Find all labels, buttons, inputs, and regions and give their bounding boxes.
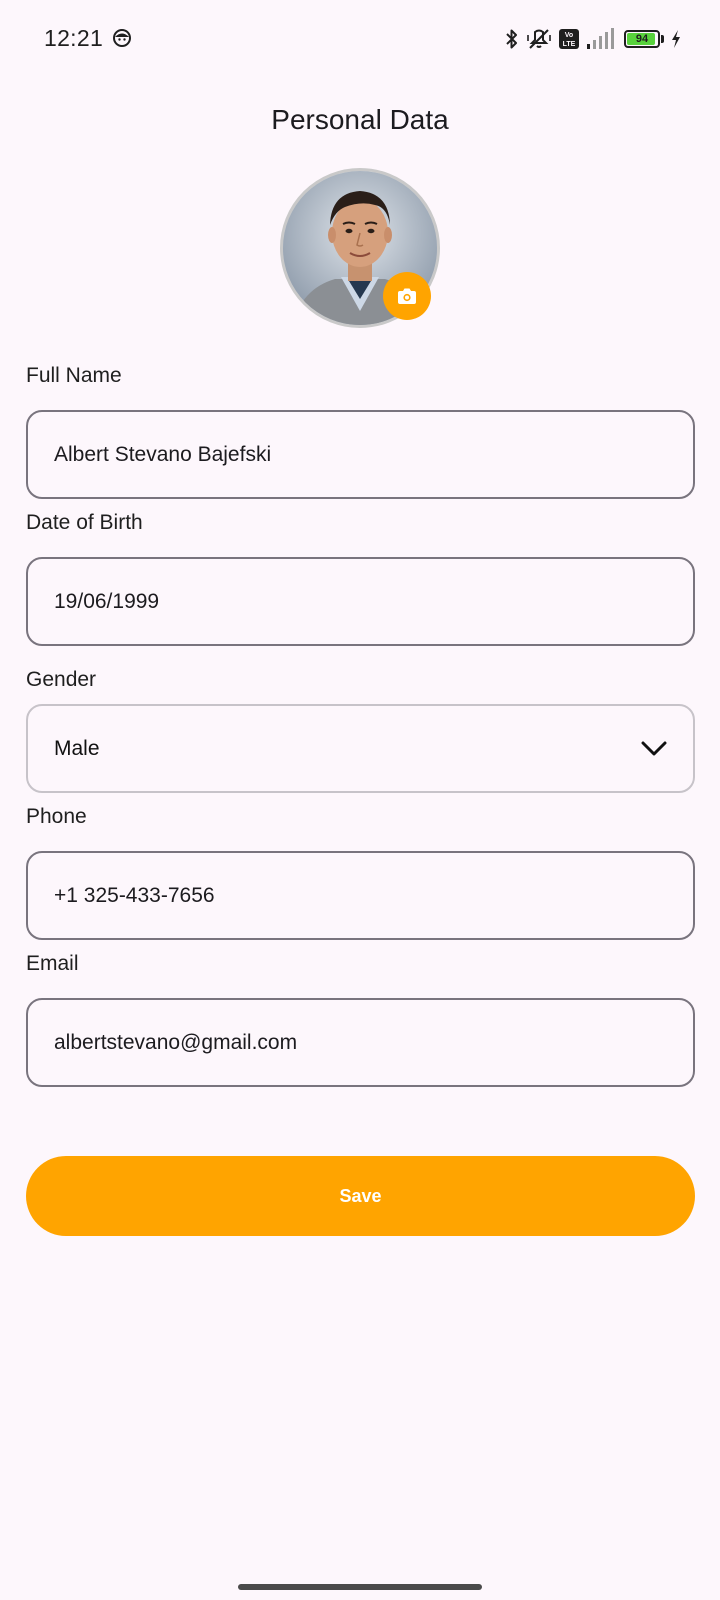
full-name-input[interactable] xyxy=(54,442,667,467)
email-label: Email xyxy=(26,952,79,975)
battery-icon: 94 xyxy=(624,30,660,48)
personal-data-screen: 12:21 Vo LTE 94 Personal Data Full Name … xyxy=(0,0,720,1600)
gender-label: Gender xyxy=(26,668,97,691)
status-time: 12:21 xyxy=(44,25,104,51)
page-title: Personal Data xyxy=(271,104,449,135)
phone-input[interactable] xyxy=(54,883,667,908)
gender-selected-value: Male xyxy=(54,736,100,760)
dob-field[interactable] xyxy=(26,557,695,646)
svg-text:LTE: LTE xyxy=(563,41,576,48)
svg-text:Vo: Vo xyxy=(565,32,573,39)
battery-cap xyxy=(661,35,664,43)
dob-label: Date of Birth xyxy=(26,511,143,534)
gender-dropdown[interactable]: Male xyxy=(26,704,695,793)
full-name-label: Full Name xyxy=(26,364,122,387)
dob-input[interactable] xyxy=(54,589,667,614)
email-input[interactable] xyxy=(54,1030,667,1055)
signal-icon xyxy=(587,28,614,49)
camera-icon xyxy=(398,288,416,304)
volte-icon: Vo LTE xyxy=(559,29,579,49)
battery-level: 94 xyxy=(635,33,649,45)
phone-field[interactable] xyxy=(26,851,695,940)
save-button[interactable]: Save xyxy=(26,1156,695,1236)
bluetooth-icon xyxy=(506,29,517,49)
status-icons: Vo LTE 94 xyxy=(504,24,682,54)
full-name-field[interactable] xyxy=(26,410,695,499)
avatar-container xyxy=(280,168,440,328)
vibrate-off-icon xyxy=(527,29,551,49)
change-photo-button[interactable] xyxy=(383,272,431,320)
home-indicator[interactable] xyxy=(238,1584,482,1590)
email-field[interactable] xyxy=(26,998,695,1087)
chevron-down-icon xyxy=(641,741,667,755)
charging-icon xyxy=(672,30,680,48)
face-notification-icon xyxy=(113,29,131,47)
phone-label: Phone xyxy=(26,805,87,828)
status-bar: 12:21 Vo LTE 94 xyxy=(0,0,720,78)
